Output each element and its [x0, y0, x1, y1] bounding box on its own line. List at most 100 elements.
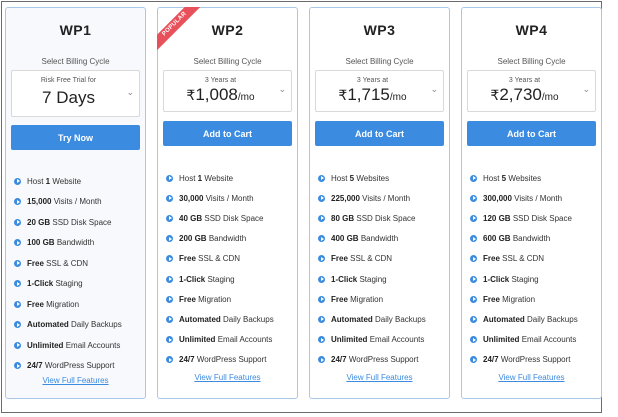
- bullet-icon: [14, 177, 21, 185]
- feature-item: Host 1 Website: [166, 172, 295, 184]
- feature-text: 1-Click Staging: [331, 274, 387, 284]
- price-unit: /mo: [237, 92, 255, 103]
- feature-bold: 80 GB: [331, 213, 355, 223]
- plan-title: WP4: [515, 22, 548, 38]
- feature-text: Free SSL & CDN: [179, 254, 241, 264]
- price-value: 2,730: [499, 85, 542, 104]
- bullet-icon: [14, 239, 21, 246]
- select-caption: Risk Free Trial for: [40, 77, 97, 84]
- feature-text: 24/7 WordPress Support: [179, 355, 267, 365]
- billing-cycle-select[interactable]: 3 Years at ₹1,008/mo ⌄: [163, 70, 292, 112]
- feature-bold: Free: [27, 299, 44, 309]
- feature-item: 40 GB SSD Disk Space: [166, 212, 295, 224]
- feature-item: Automated Daily Backups: [470, 313, 599, 325]
- view-full-features-link[interactable]: View Full Features: [310, 373, 449, 382]
- feature-text: 1-Click Staging: [179, 274, 235, 284]
- billing-cycle-select[interactable]: 3 Years at ₹2,730/mo ⌄: [467, 70, 596, 112]
- bullet-icon: [470, 336, 477, 344]
- bullet-icon: [14, 198, 21, 205]
- feature-text: Host 1 Website: [179, 173, 234, 183]
- feature-item: 1-Click Staging: [14, 278, 143, 290]
- chevron-down-icon: ⌄: [430, 84, 438, 94]
- feature-text: 300,000 Visits / Month: [483, 193, 563, 203]
- plan-card-wp1: WP1 Select Billing Cycle Risk Free Trial…: [5, 7, 146, 399]
- feature-bold: 24/7: [27, 361, 43, 370]
- feature-text: 200 GB Bandwidth: [179, 234, 247, 244]
- feature-bold: 24/7: [331, 355, 347, 365]
- billing-cycle-select[interactable]: 3 Years at ₹1,715/mo ⌄: [315, 70, 444, 112]
- feature-item: 120 GB SSD Disk Space: [470, 212, 599, 224]
- feature-bold: 24/7: [179, 355, 195, 365]
- select-caption: 3 Years at: [508, 77, 541, 84]
- bullet-icon: [14, 218, 21, 226]
- feature-bold: 1-Click: [27, 279, 54, 288]
- billing-cycle-select[interactable]: Risk Free Trial for 7 Days ⌄: [11, 70, 140, 117]
- add-to-cart-button[interactable]: Add to Cart: [467, 121, 596, 146]
- bullet-icon: [14, 321, 21, 328]
- plan-title: WP3: [363, 22, 396, 38]
- price-value: 1,008: [195, 85, 238, 104]
- feature-text: 80 GB SSD Disk Space: [331, 213, 416, 223]
- feature-bold: 225,000: [331, 193, 360, 203]
- feature-bold: 15,000: [27, 197, 52, 206]
- feature-text: 1-Click Staging: [483, 274, 539, 284]
- feature-text: Host 1 Website: [27, 176, 82, 186]
- bullet-icon: [14, 280, 21, 287]
- feature-bold: 1: [197, 173, 203, 183]
- plan-title: WP1: [59, 22, 92, 38]
- plan-card-wp4: WP4 Select Billing Cycle 3 Years at ₹2,7…: [461, 7, 602, 399]
- price: ₹1,008/mo: [164, 85, 277, 105]
- bullet-icon: [166, 194, 173, 202]
- bullet-icon: [318, 194, 325, 202]
- feature-item: Host 5 Websites: [470, 172, 599, 184]
- feature-text: Unlimited Email Accounts: [27, 340, 121, 350]
- bullet-icon: [14, 341, 21, 349]
- select-caption: 3 Years at: [204, 77, 237, 84]
- feature-text: 24/7 WordPress Support: [483, 355, 571, 365]
- feature-item: Host 5 Websites: [318, 172, 447, 184]
- feature-item: Unlimited Email Accounts: [14, 339, 143, 351]
- bullet-icon: [166, 174, 173, 182]
- bullet-icon: [14, 362, 21, 369]
- feature-bold: 40 GB: [179, 213, 203, 223]
- bullet-icon: [318, 235, 325, 243]
- feature-bold: Free: [179, 254, 196, 264]
- view-full-features-link[interactable]: View Full Features: [158, 373, 297, 382]
- price-value: 1,715: [347, 85, 390, 104]
- feature-item: 600 GB Bandwidth: [470, 233, 599, 245]
- add-to-cart-button[interactable]: Add to Cart: [163, 121, 292, 146]
- feature-item: Free Migration: [318, 293, 447, 305]
- feature-item: 15,000 Visits / Month: [14, 196, 143, 208]
- billing-cycle-label: Select Billing Cycle: [193, 57, 262, 66]
- feature-bold: 600 GB: [483, 234, 511, 244]
- feature-bold: 400 GB: [331, 234, 359, 244]
- bullet-icon: [166, 336, 173, 344]
- bullet-icon: [14, 300, 21, 308]
- billing-cycle-label: Select Billing Cycle: [41, 57, 110, 66]
- chevron-down-icon: ⌄: [126, 86, 134, 97]
- feature-bold: 300,000: [483, 193, 512, 203]
- feature-bold: Free: [331, 294, 348, 304]
- try-now-button[interactable]: Try Now: [11, 125, 140, 150]
- bullet-icon: [470, 194, 477, 202]
- feature-text: 600 GB Bandwidth: [483, 234, 551, 244]
- feature-bold: Unlimited: [331, 335, 368, 345]
- feature-text: 20 GB SSD Disk Space: [27, 217, 112, 227]
- feature-text: 24/7 WordPress Support: [27, 361, 115, 370]
- feature-item: Free SSL & CDN: [166, 253, 295, 265]
- feature-bold: 20 GB: [27, 217, 51, 227]
- feature-item: 30,000 Visits / Month: [166, 192, 295, 204]
- currency-symbol: ₹: [490, 87, 500, 103]
- feature-item: Automated Daily Backups: [318, 313, 447, 325]
- bullet-icon: [318, 336, 325, 344]
- view-full-features-link[interactable]: View Full Features: [462, 373, 601, 382]
- billing-cycle-label: Select Billing Cycle: [345, 57, 414, 66]
- feature-bold: 1: [45, 176, 51, 186]
- feature-bold: 200 GB: [179, 234, 207, 244]
- feature-text: 120 GB SSD Disk Space: [483, 213, 572, 223]
- feature-item: 24/7 WordPress Support: [470, 354, 599, 366]
- add-to-cart-button[interactable]: Add to Cart: [315, 121, 444, 146]
- feature-item: 24/7 WordPress Support: [318, 354, 447, 366]
- feature-item: Unlimited Email Accounts: [470, 334, 599, 346]
- view-full-features-link[interactable]: View Full Features: [6, 376, 145, 385]
